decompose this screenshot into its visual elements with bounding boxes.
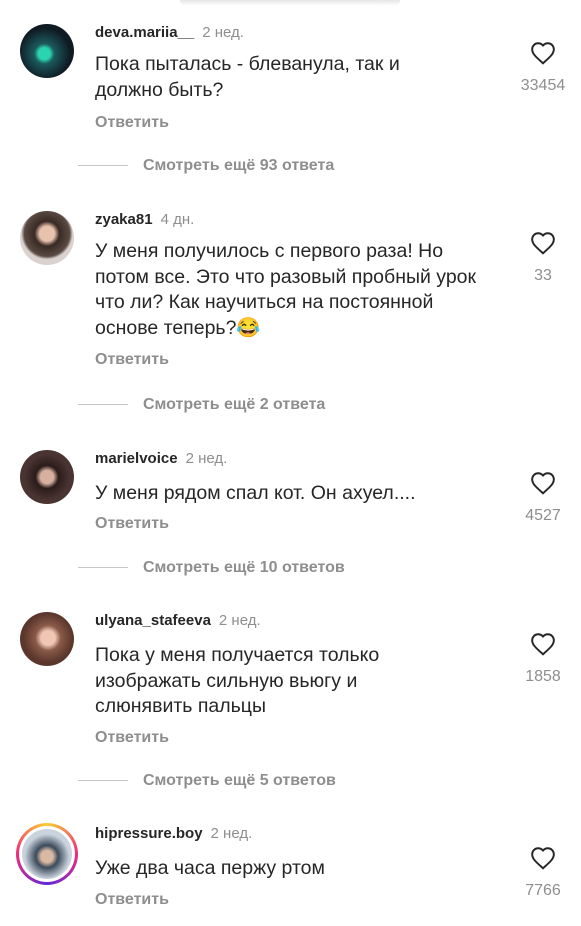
view-more-replies[interactable]: Смотреть ещё 93 ответа <box>78 157 334 175</box>
divider-line <box>78 404 128 406</box>
divider-line <box>78 165 128 167</box>
view-more-replies[interactable]: Смотреть ещё 2 ответа <box>78 396 325 414</box>
comment-header: hipressure.boy 2 нед. <box>95 825 252 843</box>
reply-button[interactable]: Ответить <box>95 729 169 747</box>
like-count: 4527 <box>525 507 561 524</box>
like-count: 7766 <box>525 882 561 899</box>
view-more-label: Смотреть ещё 10 ответов <box>143 559 345 576</box>
comment-text: У меня получилось с первого раза! Но пот… <box>95 240 477 339</box>
story-ring-gap <box>19 826 75 882</box>
divider-line <box>78 780 128 782</box>
like-count: 33 <box>534 267 552 284</box>
avatar-image <box>22 829 72 879</box>
like-count: 1858 <box>525 668 561 685</box>
comment-text: Пока у меня получается только изображать… <box>95 644 380 717</box>
like-count: 33454 <box>520 77 566 94</box>
like-button[interactable]: 4527 <box>515 471 571 525</box>
view-more-replies[interactable]: Смотреть ещё 10 ответов <box>78 559 345 577</box>
like-button[interactable]: 33 <box>515 231 571 285</box>
view-more-label: Смотреть ещё 5 ответов <box>143 772 336 789</box>
comment-header: marielvoice 2 нед. <box>95 450 227 468</box>
comment-text: У меня рядом спал кот. Он ахуел.... <box>95 482 416 504</box>
timestamp: 2 нед. <box>185 450 228 467</box>
timestamp: 2 нед. <box>210 825 253 842</box>
username[interactable]: deva.mariia__ <box>95 24 194 41</box>
username[interactable]: zyaka81 <box>95 211 153 228</box>
like-button[interactable]: 7766 <box>515 846 571 900</box>
heart-icon <box>531 232 555 255</box>
reply-button[interactable]: Ответить <box>95 351 169 369</box>
username[interactable]: marielvoice <box>95 450 178 467</box>
divider-line <box>78 567 128 569</box>
timestamp: 2 нед. <box>202 24 244 41</box>
heart-icon <box>531 42 555 65</box>
comment-header: ulyana_stafeeva 2 нед. <box>95 612 261 630</box>
view-more-label: Смотреть ещё 2 ответа <box>143 396 326 413</box>
avatar[interactable] <box>20 612 74 666</box>
view-more-label: Смотреть ещё 93 ответа <box>143 157 335 174</box>
heart-icon <box>531 472 555 495</box>
timestamp: 2 нед. <box>218 612 261 629</box>
reply-button[interactable]: Ответить <box>95 114 169 132</box>
view-more-replies[interactable]: Смотреть ещё 5 ответов <box>78 772 336 790</box>
like-button[interactable]: 1858 <box>515 632 571 686</box>
username[interactable]: hipressure.boy <box>95 825 203 842</box>
avatar[interactable] <box>16 823 78 885</box>
heart-icon <box>531 847 555 870</box>
avatar[interactable] <box>20 24 74 78</box>
comment-text: Уже два часа пержу ртом <box>95 857 325 879</box>
comment-header: zyaka81 4 дн. <box>95 211 194 229</box>
avatar[interactable] <box>20 211 74 265</box>
timestamp: 4 дн. <box>160 211 195 228</box>
reply-button[interactable]: Ответить <box>95 891 169 909</box>
top-scroll-edge <box>0 0 581 14</box>
like-button[interactable]: 33454 <box>515 41 571 95</box>
comment-header: deva.mariia__ 2 нед. <box>95 24 244 42</box>
avatar[interactable] <box>20 450 74 504</box>
username[interactable]: ulyana_stafeeva <box>95 612 211 629</box>
reply-button[interactable]: Ответить <box>95 515 169 533</box>
comment-text: Пока пыталась - блеванула, так и должно … <box>95 53 400 101</box>
heart-icon <box>531 633 555 656</box>
